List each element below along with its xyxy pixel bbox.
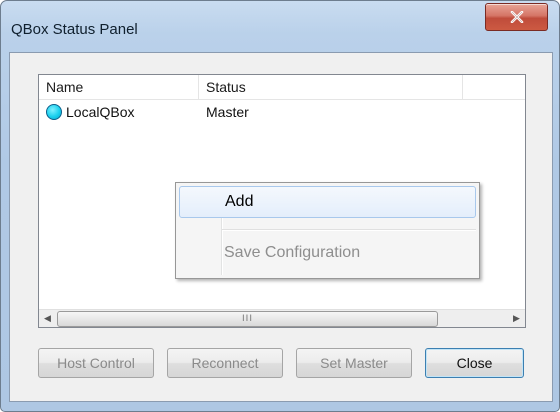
close-icon	[510, 11, 523, 23]
context-menu: Add Save Configuration	[175, 182, 480, 279]
horizontal-scrollbar[interactable]: ◀ III ▶	[39, 309, 525, 327]
host-control-button[interactable]: Host Control	[38, 348, 154, 378]
scrollbar-grip-icon: III	[242, 314, 253, 324]
row-name: LocalQBox	[66, 104, 135, 120]
column-header-status[interactable]: Status	[199, 75, 463, 99]
scroll-right-arrow-icon[interactable]: ▶	[508, 310, 525, 327]
scrollbar-thumb[interactable]: III	[57, 311, 438, 327]
reconnect-button[interactable]: Reconnect	[167, 348, 283, 378]
window-title: QBox Status Panel	[11, 21, 138, 38]
dialog-client-area: Name Status LocalQBox Master ◀ III ▶ Add	[9, 52, 553, 402]
close-button[interactable]: Close	[425, 348, 524, 378]
window-close-button[interactable]	[485, 3, 548, 31]
list-header: Name Status	[39, 75, 525, 100]
menu-item-add[interactable]: Add	[179, 186, 476, 218]
row-status: Master	[206, 104, 249, 120]
menu-item-save-configuration[interactable]: Save Configuration	[179, 237, 476, 269]
column-header-filler	[463, 75, 525, 99]
qbox-status-window: QBox Status Panel Name Status LocalQBox …	[0, 0, 560, 412]
set-master-button[interactable]: Set Master	[296, 348, 412, 378]
table-row[interactable]: LocalQBox Master	[39, 100, 525, 124]
scroll-left-arrow-icon[interactable]: ◀	[39, 310, 56, 327]
status-circle-cyan-icon	[46, 104, 62, 120]
menu-separator	[222, 229, 476, 231]
column-header-name[interactable]: Name	[39, 75, 199, 99]
title-bar[interactable]: QBox Status Panel	[1, 1, 559, 51]
